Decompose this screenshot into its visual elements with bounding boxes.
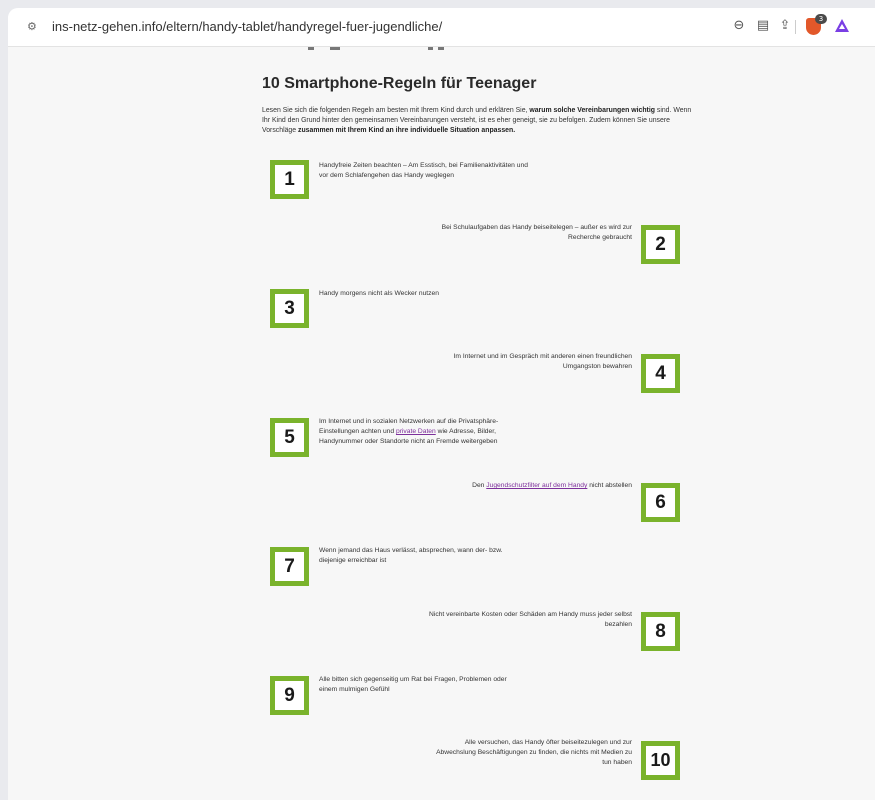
zoom-icon[interactable]: ⊖ <box>730 17 748 35</box>
rule-number-badge: 7 <box>270 547 309 586</box>
rule-number-badge: 8 <box>641 612 680 651</box>
brave-rewards-icon[interactable] <box>835 19 849 32</box>
rule-text: Alle versuchen, das Handy öfter beiseite… <box>436 739 632 766</box>
rule-text: Im Internet und in sozialen Netzwerken a… <box>319 418 499 445</box>
rule-number-badge: 9 <box>270 676 309 715</box>
rule-text: Handyfreie Zeiten beachten – Am Esstisch… <box>319 162 528 179</box>
rule-number-badge: 4 <box>641 354 680 393</box>
rule-text: Wenn jemand das Haus verlässt, abspreche… <box>319 547 503 564</box>
article-intro: Lesen Sie sich die folgenden Regeln am b… <box>262 107 692 134</box>
rule-number-badge: 3 <box>270 289 309 328</box>
rule-text: Bei Schulaufgaben das Handy beiseitelege… <box>441 224 632 241</box>
rule-number-badge: 6 <box>641 483 680 522</box>
browser-window: ⚙ ins-netz-gehen.info/eltern/handy-table… <box>8 8 875 800</box>
rule-number-badge: 2 <box>641 225 680 264</box>
share-icon[interactable]: ⇪ <box>776 17 794 35</box>
rule-text: Den Jugendschutzfilter auf dem Handy nic… <box>472 482 632 489</box>
cropped-text-fragment <box>308 47 448 53</box>
page-content: 10 Smartphone-Regeln für Teenager Lesen … <box>8 47 875 800</box>
rule-text: Nicht vereinbarte Kosten oder Schäden am… <box>429 611 632 628</box>
reader-mode-icon[interactable]: ▤ <box>754 17 772 35</box>
rule-text: Handy morgens nicht als Wecker nutzen <box>319 290 439 297</box>
toolbar-separator <box>795 20 796 34</box>
url-text[interactable]: ins-netz-gehen.info/eltern/handy-tablet/… <box>52 19 442 34</box>
rule-text: Alle bitten sich gegenseitig um Rat bei … <box>319 676 507 693</box>
youth-protection-filter-link[interactable]: Jugendschutzfilter auf dem Handy <box>486 482 587 489</box>
article-title: 10 Smartphone-Regeln für Teenager <box>262 75 537 92</box>
shields-count-badge: 3 <box>815 14 827 24</box>
rule-number-badge: 5 <box>270 418 309 457</box>
site-settings-icon[interactable]: ⚙ <box>27 20 37 33</box>
address-bar[interactable]: ⚙ ins-netz-gehen.info/eltern/handy-table… <box>8 8 875 47</box>
rule-number-badge: 10 <box>641 741 680 780</box>
rule-text: Im Internet und im Gespräch mit anderen … <box>453 353 632 370</box>
rule-number-badge: 1 <box>270 160 309 199</box>
private-data-link[interactable]: private Daten <box>396 428 436 435</box>
